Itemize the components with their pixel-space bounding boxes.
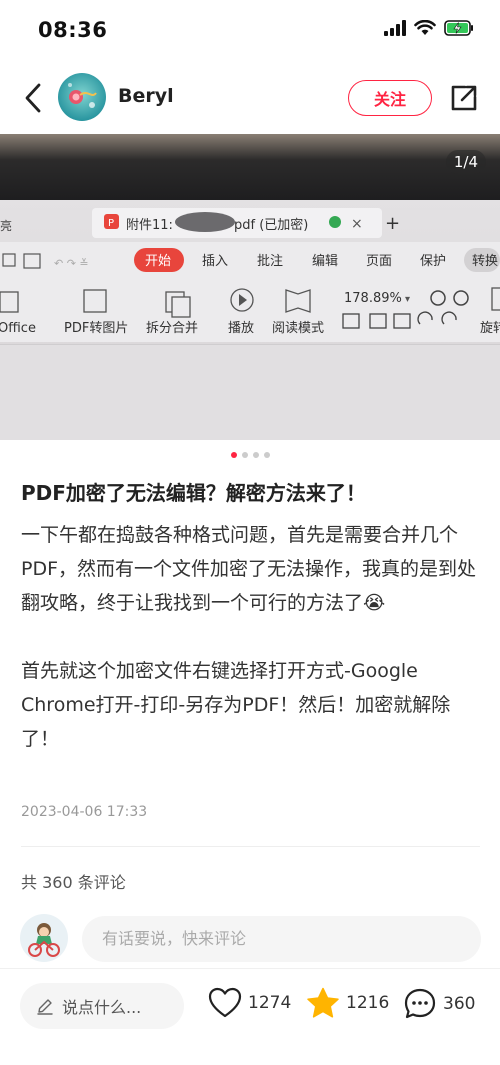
screen-tool-1: PDF转图片 xyxy=(64,321,128,336)
comment-input[interactable]: 有话要说，快来评论 xyxy=(82,916,481,962)
say-something-label: 说点什么... xyxy=(62,998,142,1017)
screen-tool-4: 阅读模式 xyxy=(272,321,324,336)
say-something-button[interactable]: 说点什么... xyxy=(20,983,184,1029)
screen-menu-0: 开始 xyxy=(145,254,171,269)
bottom-bar: 说点什么... 1274 1216 360 xyxy=(0,968,500,1065)
star-icon xyxy=(307,987,339,1018)
screen-menu-3: 编辑 xyxy=(312,254,338,269)
post-paragraph: 首先就这个加密文件右键选择打开方式-Google Chrome打开-打印-另存为… xyxy=(21,660,451,750)
like-button[interactable]: 1274 xyxy=(208,987,291,1019)
screen-tool-5: 旋转 xyxy=(480,321,500,336)
gallery-dot xyxy=(241,452,248,458)
gallery-dot xyxy=(263,452,270,458)
comment-count: 共 360 条评论 xyxy=(21,873,126,892)
gallery-dot xyxy=(252,452,259,458)
follow-button[interactable]: 关注 xyxy=(348,80,432,116)
collect-count: 1216 xyxy=(346,993,390,1013)
my-avatar xyxy=(20,914,68,962)
post-title: PDF加密了无法编辑？解密方法来了！ xyxy=(21,481,366,505)
status-bar: 08:36 xyxy=(0,0,500,62)
signal-icon xyxy=(384,20,406,36)
svg-text:▾: ▾ xyxy=(405,294,410,305)
status-time: 08:36 xyxy=(38,18,108,42)
back-button[interactable] xyxy=(18,80,48,116)
screen-tool-3: 播放 xyxy=(228,321,254,336)
screen-tool-0: Office xyxy=(0,321,36,336)
post-date: 2023-04-06 17:33 xyxy=(21,804,148,820)
screen-zoom: 178.89% xyxy=(344,291,402,306)
post-paragraph: 一下午都在捣鼓各种格式问题，首先是需要合并几个PDF，然而有一个文件加密了无法操… xyxy=(21,524,477,614)
status-icons xyxy=(384,20,474,36)
battery-charging-icon xyxy=(444,20,473,36)
author-avatar[interactable] xyxy=(58,73,106,121)
svg-text:+: + xyxy=(385,213,400,234)
share-icon xyxy=(451,85,477,111)
screen-menu-2: 批注 xyxy=(257,254,283,269)
chevron-left-icon xyxy=(25,83,41,113)
gallery-page-indicator: 1/4 xyxy=(445,150,486,174)
screen-tool-2: 拆分合并 xyxy=(146,321,198,336)
divider xyxy=(21,846,480,847)
screen-menu-6: 转换 xyxy=(472,254,498,269)
svg-text:↶ ↷ ≚: ↶ ↷ ≚ xyxy=(54,257,89,270)
comment-count-label: 360 xyxy=(443,994,476,1014)
author-name[interactable]: Beryl xyxy=(118,85,174,107)
share-button[interactable] xyxy=(448,82,480,114)
screen-side-text: 亮 xyxy=(0,218,12,233)
screen-tab-text: 附件11: xyxy=(126,218,173,233)
wifi-icon xyxy=(414,20,436,35)
screen-menu-4: 页面 xyxy=(366,254,392,269)
collect-button[interactable]: 1216 xyxy=(306,987,389,1019)
screen-tab-suffix: pdf (已加密) xyxy=(234,217,308,233)
like-count: 1274 xyxy=(248,993,292,1013)
post-image[interactable]: P 附件11: pdf (已加密) × + 亮 ↶ ↷ ≚ 开始 插入 批注 编… xyxy=(0,134,500,440)
screen-menu-5: 保护 xyxy=(420,254,446,269)
svg-text:×: × xyxy=(351,216,363,232)
top-bar: Beryl 关注 xyxy=(0,62,500,134)
screen-menu-1: 插入 xyxy=(202,254,228,269)
comment-bubble-icon xyxy=(404,988,436,1019)
gallery-dots xyxy=(0,452,500,458)
post-body: 一下午都在捣鼓各种格式问题，首先是需要合并几个PDF，然而有一个文件加密了无法操… xyxy=(21,518,483,790)
heart-icon xyxy=(208,987,242,1018)
comment-button[interactable]: 360 xyxy=(403,987,475,1021)
svg-text:P: P xyxy=(108,218,114,229)
pencil-icon xyxy=(37,999,53,1015)
gallery-dot-active xyxy=(230,452,237,458)
